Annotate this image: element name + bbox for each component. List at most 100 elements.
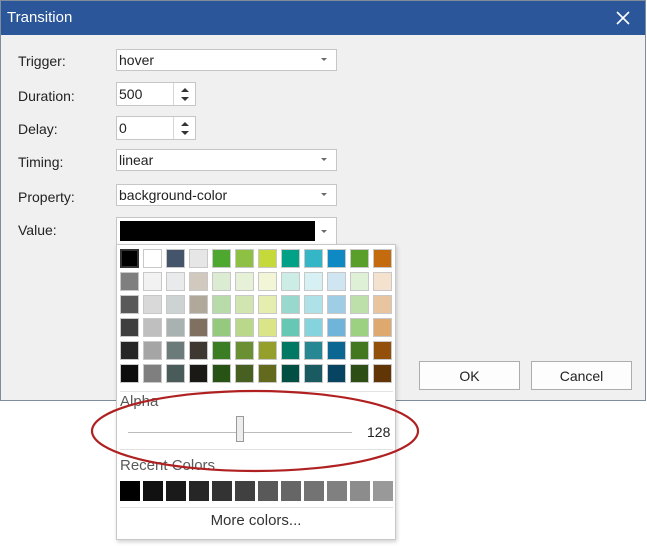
color-swatch[interactable] — [143, 341, 162, 360]
color-swatch[interactable] — [373, 364, 392, 383]
recent-color-swatch[interactable] — [350, 481, 370, 501]
color-swatch[interactable] — [281, 364, 300, 383]
color-swatch[interactable] — [189, 295, 208, 314]
color-swatch[interactable] — [166, 272, 185, 291]
spin-down-icon[interactable] — [181, 96, 189, 102]
color-swatch[interactable] — [166, 318, 185, 337]
color-swatch[interactable] — [258, 364, 277, 383]
color-swatch[interactable] — [373, 341, 392, 360]
spin-up-icon[interactable] — [181, 87, 189, 93]
color-swatch[interactable] — [120, 318, 139, 337]
color-swatch[interactable] — [258, 341, 277, 360]
recent-color-swatch[interactable] — [189, 481, 209, 501]
color-swatch[interactable] — [373, 295, 392, 314]
recent-color-swatch[interactable] — [281, 481, 301, 501]
recent-color-swatch[interactable] — [143, 481, 163, 501]
color-swatch[interactable] — [235, 272, 254, 291]
color-swatch[interactable] — [189, 341, 208, 360]
duration-stepper[interactable]: 500 — [116, 82, 196, 106]
more-colors-link[interactable]: More colors... — [116, 512, 396, 529]
color-swatch[interactable] — [281, 341, 300, 360]
color-swatch[interactable] — [189, 249, 208, 268]
color-swatch[interactable] — [281, 318, 300, 337]
color-swatch[interactable] — [281, 249, 300, 268]
color-swatch[interactable] — [143, 272, 162, 291]
color-swatch[interactable] — [327, 318, 346, 337]
spin-up-icon[interactable] — [181, 121, 189, 127]
recent-color-swatch[interactable] — [235, 481, 255, 501]
color-swatch[interactable] — [120, 341, 139, 360]
color-value-select[interactable] — [116, 217, 337, 245]
color-swatch[interactable] — [212, 318, 231, 337]
timing-select[interactable]: linear — [116, 149, 337, 171]
color-swatch[interactable] — [327, 341, 346, 360]
cancel-button[interactable]: Cancel — [531, 361, 632, 390]
color-swatch[interactable] — [373, 249, 392, 268]
color-swatch[interactable] — [212, 364, 231, 383]
alpha-slider-thumb[interactable] — [236, 416, 244, 442]
color-swatch[interactable] — [304, 318, 323, 337]
color-swatch[interactable] — [327, 364, 346, 383]
color-swatch[interactable] — [304, 272, 323, 291]
ok-button[interactable]: OK — [419, 361, 520, 390]
duration-spin-buttons[interactable] — [173, 83, 195, 105]
color-swatch[interactable] — [189, 272, 208, 291]
close-button[interactable] — [601, 1, 645, 35]
color-swatch[interactable] — [350, 341, 369, 360]
spin-down-icon[interactable] — [181, 130, 189, 136]
color-swatch[interactable] — [327, 295, 346, 314]
color-swatch[interactable] — [350, 364, 369, 383]
color-swatch[interactable] — [235, 249, 254, 268]
color-swatch[interactable] — [166, 364, 185, 383]
color-swatch[interactable] — [120, 272, 139, 291]
trigger-select[interactable]: hover — [116, 49, 337, 71]
color-swatch[interactable] — [120, 364, 139, 383]
color-swatch[interactable] — [373, 272, 392, 291]
recent-color-swatch[interactable] — [373, 481, 393, 501]
color-swatch[interactable] — [304, 249, 323, 268]
color-swatch[interactable] — [235, 295, 254, 314]
color-swatch[interactable] — [212, 295, 231, 314]
color-swatch[interactable] — [258, 272, 277, 291]
recent-color-swatch[interactable] — [327, 481, 347, 501]
color-swatch[interactable] — [350, 272, 369, 291]
color-swatch[interactable] — [235, 364, 254, 383]
color-swatch[interactable] — [143, 249, 162, 268]
recent-color-swatch[interactable] — [166, 481, 186, 501]
color-swatch[interactable] — [304, 341, 323, 360]
color-swatch[interactable] — [304, 364, 323, 383]
delay-stepper[interactable]: 0 — [116, 116, 196, 140]
color-swatch[interactable] — [281, 295, 300, 314]
color-swatch[interactable] — [166, 249, 185, 268]
color-swatch[interactable] — [143, 295, 162, 314]
recent-color-swatch[interactable] — [212, 481, 232, 501]
color-swatch[interactable] — [373, 318, 392, 337]
color-swatch[interactable] — [189, 364, 208, 383]
recent-color-swatch[interactable] — [120, 481, 140, 501]
color-swatch[interactable] — [350, 295, 369, 314]
property-select[interactable]: background-color — [116, 184, 337, 206]
color-swatch[interactable] — [350, 249, 369, 268]
color-swatch[interactable] — [120, 295, 139, 314]
color-swatch[interactable] — [166, 341, 185, 360]
delay-spin-buttons[interactable] — [173, 117, 195, 139]
color-swatch[interactable] — [143, 364, 162, 383]
color-swatch[interactable] — [327, 249, 346, 268]
color-swatch[interactable] — [304, 295, 323, 314]
color-swatch[interactable] — [327, 272, 346, 291]
color-swatch[interactable] — [143, 318, 162, 337]
color-swatch[interactable] — [120, 249, 139, 268]
color-swatch[interactable] — [212, 249, 231, 268]
color-swatch[interactable] — [258, 249, 277, 268]
color-swatch[interactable] — [166, 295, 185, 314]
color-swatch[interactable] — [212, 341, 231, 360]
color-swatch[interactable] — [258, 318, 277, 337]
color-swatch[interactable] — [258, 295, 277, 314]
recent-color-swatch[interactable] — [304, 481, 324, 501]
color-swatch[interactable] — [235, 318, 254, 337]
color-swatch[interactable] — [350, 318, 369, 337]
color-swatch[interactable] — [235, 341, 254, 360]
recent-color-swatch[interactable] — [258, 481, 278, 501]
color-swatch[interactable] — [212, 272, 231, 291]
color-swatch[interactable] — [281, 272, 300, 291]
